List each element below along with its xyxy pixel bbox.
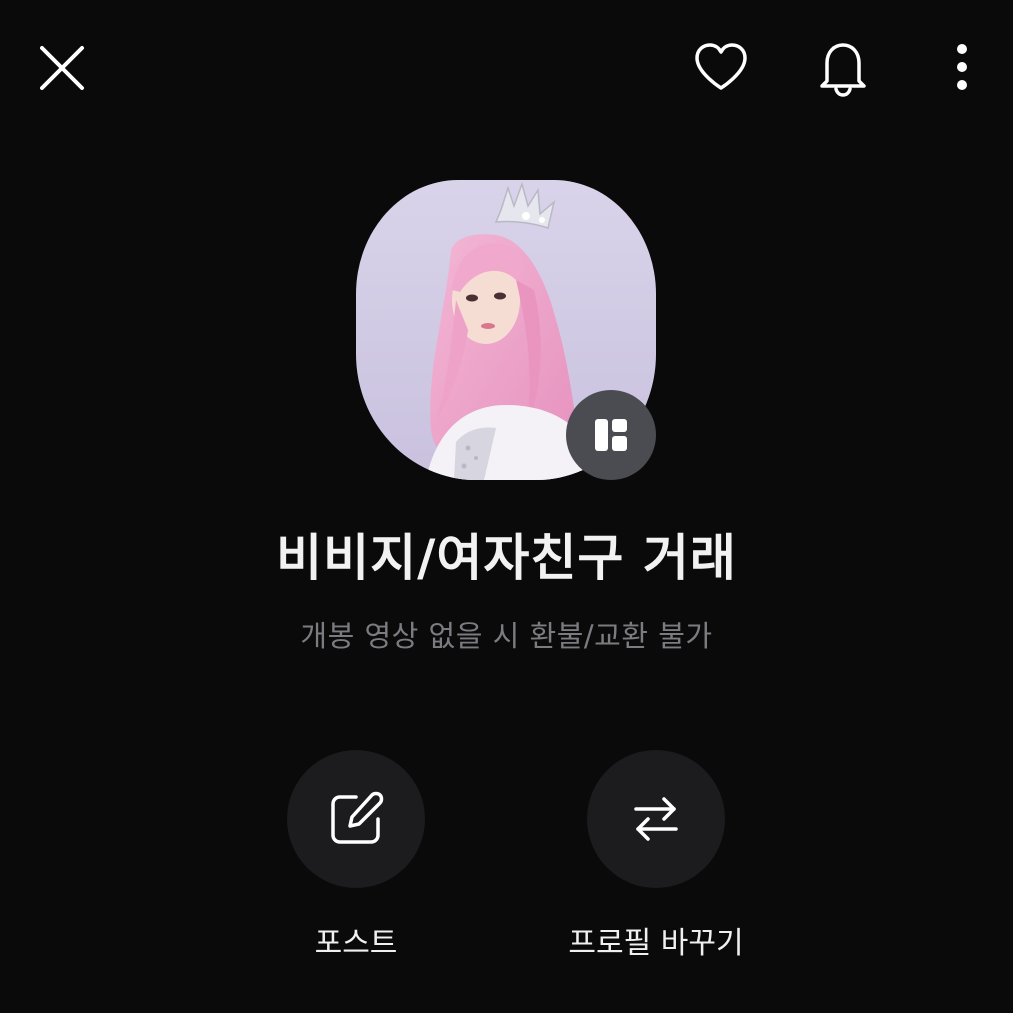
more-options-button[interactable] [940, 36, 984, 98]
edit-icon [331, 791, 384, 844]
notification-button[interactable] [808, 32, 878, 102]
post-button-label: 포스트 [314, 926, 398, 961]
close-icon [40, 46, 84, 90]
heart-icon [695, 43, 747, 90]
profile-avatar-container [356, 180, 656, 480]
swap-arrows-icon [634, 797, 678, 841]
profile-screen: 비비지/여자친구 거래 개봉 영상 없을 시 환불/교환 불가 포스트 프로필 … [0, 0, 1013, 1013]
change-profile-button-label: 프로필 바꾸기 [568, 926, 744, 961]
layout-grid-icon [595, 419, 627, 451]
avatar-badge-button[interactable] [566, 390, 656, 480]
close-button[interactable] [30, 36, 94, 100]
post-button-circle[interactable] [287, 750, 425, 888]
change-profile-button-circle[interactable] [587, 750, 725, 888]
status-message: 개봉 영상 없을 시 환불/교환 불가 [300, 619, 713, 653]
profile-name: 비비지/여자친구 거래 [276, 529, 737, 587]
favorite-button[interactable] [688, 34, 754, 100]
post-button[interactable]: 포스트 [236, 750, 476, 966]
bell-icon [820, 43, 866, 97]
more-vertical-icon [957, 44, 967, 90]
change-profile-button[interactable]: 프로필 바꾸기 [536, 750, 776, 966]
